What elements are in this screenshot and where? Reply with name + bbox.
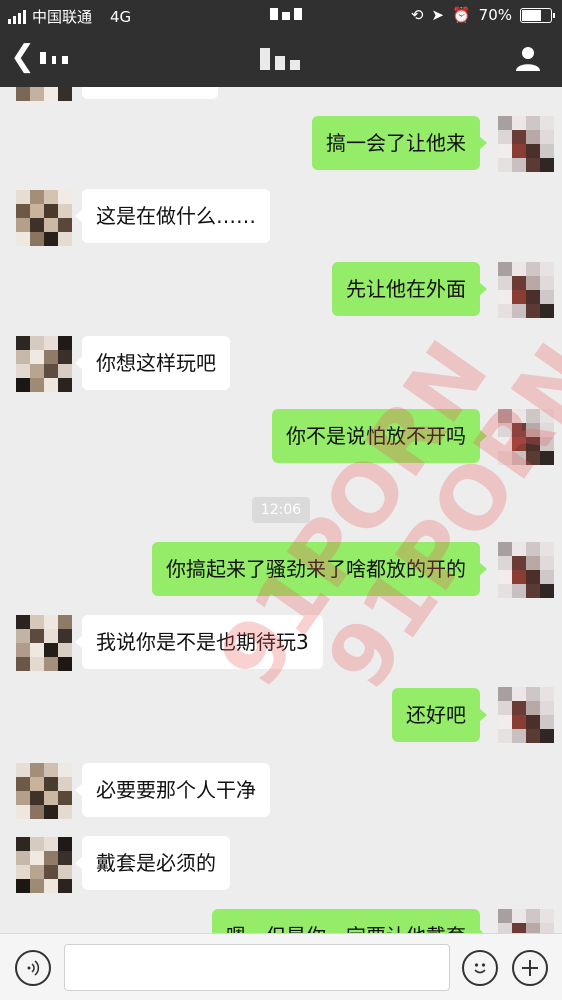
message-bubble-out[interactable]: 嗯，但是你一定要让他戴套	[212, 909, 487, 933]
message-bubble-out[interactable]: 搞一会了让他来	[312, 116, 487, 170]
message-bubble-out[interactable]: 先让他在外面	[332, 262, 487, 316]
message-input-bar	[0, 933, 562, 1000]
message-bubble-out[interactable]: 还好吧	[392, 688, 487, 742]
alarm-icon: ⏰	[451, 6, 471, 24]
chat-title-blur	[260, 48, 300, 70]
message-bubble-out[interactable]: 你不是说怕放不开吗	[272, 409, 487, 463]
message-bubble-out[interactable]: 你搞起来了骚劲来了啥都放的开的	[152, 542, 487, 596]
avatar[interactable]	[498, 687, 554, 743]
message-bubble-in[interactable]: 你想这样玩吧	[75, 336, 230, 390]
avatar[interactable]	[498, 542, 554, 598]
message-bubble-in[interactable]: 我说你是不是也期待玩3	[75, 615, 323, 669]
voice-icon[interactable]	[15, 950, 51, 986]
message-bubble-in[interactable]: 戴套是必须的	[75, 836, 230, 890]
plus-icon[interactable]	[512, 950, 548, 986]
status-blur	[270, 8, 302, 20]
message-input[interactable]	[64, 944, 450, 991]
chevron-left-icon[interactable]: ❮	[10, 42, 35, 72]
battery-icon	[520, 7, 555, 23]
avatar[interactable]	[16, 615, 72, 671]
avatar[interactable]	[16, 190, 72, 246]
avatar[interactable]	[16, 763, 72, 819]
chat-area[interactable]: 搞一会了让他来 这是在做什么…… 先让他在外面 你想这样玩吧 你不是说怕放不开吗…	[0, 87, 562, 933]
carrier-name: 中国联通	[32, 8, 93, 26]
lock-rotation-icon: ⟲	[410, 6, 424, 24]
location-icon: ➤	[431, 6, 444, 24]
network-type: 4G	[110, 7, 132, 26]
status-bar: 中国联通 4G ⟲ ➤ ⏰ 70%	[0, 0, 562, 30]
avatar[interactable]	[498, 909, 554, 933]
chat-header: ❮	[0, 30, 562, 87]
signal-icon	[8, 9, 26, 24]
message-bubble-in[interactable]: 必要要那个人干净	[75, 763, 270, 817]
avatar[interactable]	[498, 116, 554, 172]
avatar[interactable]	[16, 837, 72, 893]
emoji-icon[interactable]	[462, 950, 498, 986]
avatar[interactable]	[16, 87, 72, 101]
avatar[interactable]	[498, 262, 554, 318]
user-icon[interactable]	[514, 44, 542, 72]
message-timestamp: 12:06	[252, 497, 310, 523]
back-label-blur[interactable]	[40, 52, 68, 64]
avatar[interactable]	[16, 336, 72, 392]
message-bubble-partial[interactable]	[82, 87, 218, 99]
battery-percent: 70%	[478, 6, 512, 24]
message-bubble-in[interactable]: 这是在做什么……	[75, 189, 270, 243]
avatar[interactable]	[498, 409, 554, 465]
